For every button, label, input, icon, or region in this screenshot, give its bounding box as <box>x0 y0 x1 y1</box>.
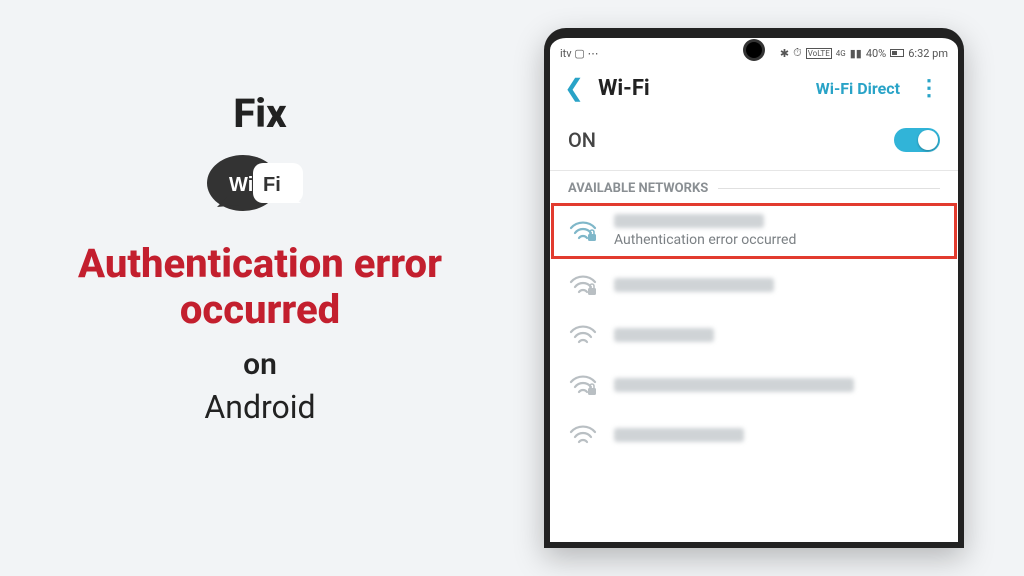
network-row-error[interactable]: Authentication error occurred <box>550 202 958 260</box>
signal-icon: ▮▮ <box>850 47 862 60</box>
network-status-text: Authentication error occurred <box>614 232 796 248</box>
wifi-toggle-switch[interactable] <box>894 128 940 152</box>
network-row[interactable] <box>550 360 958 410</box>
wifi-secure-icon <box>568 272 598 298</box>
wifi-secure-icon <box>568 218 598 244</box>
wifi-icon <box>568 322 598 348</box>
headline-error-2: occurred <box>60 287 460 333</box>
clock-text: 6:32 pm <box>908 47 948 60</box>
available-networks-label: AVAILABLE NETWORKS <box>550 170 958 202</box>
phone-frame: itv ▢ ⋯ ✱ ⏱ VoLTE 4G ▮▮ 40% 6:32 pm ❮ Wi… <box>544 28 964 548</box>
wifi-direct-button[interactable]: Wi-Fi Direct <box>816 79 900 98</box>
network-row[interactable] <box>550 410 958 460</box>
network-name-blurred <box>614 428 744 442</box>
more-menu-icon[interactable]: ⋮ <box>914 76 944 101</box>
network-name-blurred <box>614 278 774 292</box>
network-name-blurred <box>614 328 714 342</box>
statusbar-left: itv ▢ ⋯ <box>560 47 598 60</box>
page-title: Wi-Fi <box>598 76 650 101</box>
headline-fix: Fix <box>60 90 460 137</box>
network-name-blurred <box>614 214 764 228</box>
headline-platform: Android <box>60 388 460 426</box>
wifi-icon <box>568 422 598 448</box>
battery-percent: 40% <box>866 47 886 60</box>
network-row[interactable] <box>550 260 958 310</box>
volte-icon: VoLTE <box>806 48 832 59</box>
alarm-icon: ⏱ <box>793 46 802 60</box>
wifi-header: ❮ Wi-Fi Wi-Fi Direct ⋮ <box>550 64 958 114</box>
network-icon: 4G <box>836 49 846 58</box>
wifi-toggle-row: ON <box>550 114 958 170</box>
network-row[interactable] <box>550 310 958 360</box>
wifi-toggle-label: ON <box>568 128 596 152</box>
wifi-logo-icon: Wi Fi <box>205 147 315 223</box>
headline-error-1: Authentication error <box>60 241 460 287</box>
headline-on: on <box>60 347 460 382</box>
battery-icon <box>890 49 904 57</box>
wifi-secure-icon <box>568 372 598 398</box>
promo-headline: Fix Wi Fi Authentication error occurred … <box>60 90 460 426</box>
svg-text:Wi: Wi <box>229 174 253 196</box>
svg-text:Fi: Fi <box>263 174 281 196</box>
bluetooth-icon: ✱ <box>780 47 789 60</box>
back-icon[interactable]: ❮ <box>564 74 584 102</box>
camera-notch <box>746 42 762 58</box>
network-name-blurred <box>614 378 854 392</box>
